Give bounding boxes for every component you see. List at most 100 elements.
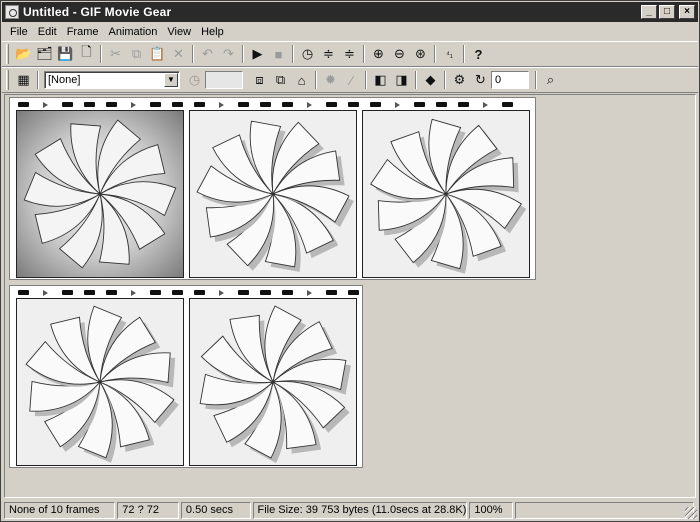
palette-select[interactable]: [None] ▼	[44, 71, 180, 89]
preview-icon[interactable]: ⌕	[540, 70, 561, 91]
stop-icon[interactable]: ■	[268, 44, 289, 65]
undo-icon[interactable]: ↶	[197, 44, 218, 65]
chevron-down-icon[interactable]: ▼	[164, 73, 178, 87]
menu-file[interactable]: File	[5, 26, 33, 38]
menu-edit[interactable]: Edit	[33, 26, 62, 38]
resize-grip-icon[interactable]	[685, 507, 697, 519]
perforation	[502, 102, 513, 107]
dither-icon[interactable]: ⁄	[341, 70, 362, 91]
optimize-icon[interactable]: ⚙	[449, 70, 470, 91]
frame-marker-icon	[483, 102, 488, 108]
perforation	[106, 290, 117, 295]
frame-toolbar: ▦ [None] ▼ ◷ ⧈ ⧉ ⌂ ✹ ⁄ ◧ ◨ ◆ ⚙ ↻ 0 ⌕	[2, 67, 698, 93]
toolbar-grip[interactable]	[6, 70, 9, 90]
perforation	[348, 290, 359, 295]
transparency-icon[interactable]: ⧈	[249, 70, 270, 91]
zoom-in-icon[interactable]: ⊕	[368, 44, 389, 65]
perforation	[62, 102, 73, 107]
perforation	[62, 290, 73, 295]
scale-icon[interactable]: ≑	[318, 44, 339, 65]
toolbar-separator	[37, 71, 39, 89]
frame-number-icon[interactable]: ⁴₁	[439, 44, 460, 65]
frame-thumbnail[interactable]	[189, 298, 357, 466]
perforation	[106, 102, 117, 107]
position-icon[interactable]: ⌂	[291, 70, 312, 91]
frame-thumbnail[interactable]	[189, 110, 357, 278]
crop-icon[interactable]: ≑	[339, 44, 360, 65]
perforation	[436, 102, 447, 107]
delay-field[interactable]	[205, 71, 243, 89]
frame-marker-icon	[43, 102, 48, 108]
frame-thumbnail[interactable]	[16, 110, 184, 278]
frame-marker-icon	[131, 102, 136, 108]
frame-marker-icon	[395, 102, 400, 108]
status-empty	[515, 501, 695, 519]
film-perforations	[10, 100, 535, 108]
frame-workspace[interactable]	[4, 94, 696, 498]
perforation	[238, 102, 249, 107]
film-perforations	[10, 288, 362, 296]
perforation	[238, 290, 249, 295]
toolbar-separator	[415, 71, 417, 89]
background-icon[interactable]: ◆	[420, 70, 441, 91]
perforation	[414, 102, 425, 107]
status-delay: 0.50 secs	[180, 501, 251, 519]
close-button[interactable]: ×	[679, 5, 695, 19]
toolbar-separator	[292, 45, 294, 63]
menu-frame[interactable]: Frame	[62, 26, 104, 38]
perforation	[18, 290, 29, 295]
toolbar-separator	[242, 45, 244, 63]
window-title: Untitled - GIF Movie Gear	[23, 5, 172, 19]
frame-marker-icon	[219, 290, 224, 296]
perforation	[370, 102, 381, 107]
zoom-fit-icon[interactable]: ⊛	[410, 44, 431, 65]
minimize-button[interactable]: _	[641, 5, 657, 19]
frame-prev-icon[interactable]: ◧	[370, 70, 391, 91]
loop-icon[interactable]: ↻	[470, 70, 491, 91]
status-zoom: 100%	[469, 501, 514, 519]
perforation	[260, 102, 271, 107]
help-icon[interactable]: ?	[468, 44, 489, 65]
open-icon[interactable]: 📂	[13, 44, 34, 65]
menu-animation[interactable]: Animation	[103, 26, 162, 38]
status-filesize: File Size: 39 753 bytes (11.0secs at 28.…	[252, 501, 468, 519]
menu-help[interactable]: Help	[196, 26, 229, 38]
frame-marker-icon	[307, 102, 312, 108]
frame-next-icon[interactable]: ◨	[391, 70, 412, 91]
frame-thumbnail[interactable]	[362, 110, 530, 278]
menu-bar: File Edit Frame Animation View Help	[2, 23, 698, 41]
toolbar-separator	[365, 71, 367, 89]
copy-icon[interactable]: ⧉	[126, 44, 147, 65]
perforation	[282, 290, 293, 295]
zoom-out-icon[interactable]: ⊖	[389, 44, 410, 65]
import-icon[interactable]: 🗂	[34, 44, 55, 65]
toolbar-separator	[315, 71, 317, 89]
redo-icon[interactable]: ↷	[218, 44, 239, 65]
perforation	[150, 290, 161, 295]
cut-icon[interactable]: ✂	[105, 44, 126, 65]
menu-view[interactable]: View	[162, 26, 196, 38]
effects-icon[interactable]: ✹	[320, 70, 341, 91]
title-bar[interactable]: Untitled - GIF Movie Gear _ □ ×	[2, 2, 698, 22]
toolbar-separator	[535, 71, 537, 89]
app-icon[interactable]	[5, 5, 19, 19]
frame-marker-icon	[307, 290, 312, 296]
maximize-button[interactable]: □	[659, 5, 675, 19]
play-icon[interactable]: ▶	[247, 44, 268, 65]
frame-marker-icon	[219, 102, 224, 108]
palette-icon[interactable]: ▦	[13, 70, 34, 91]
paste-icon[interactable]: 📋	[147, 44, 168, 65]
new-icon[interactable]: 🗋	[76, 44, 97, 65]
app-window: Untitled - GIF Movie Gear _ □ × File Edi…	[0, 0, 700, 522]
perforation	[172, 290, 183, 295]
toolbar-separator	[463, 45, 465, 63]
toolbar-grip[interactable]	[6, 44, 9, 64]
status-frames: None of 10 frames	[4, 501, 116, 519]
timing-icon[interactable]: ◷	[297, 44, 318, 65]
delete-icon[interactable]: ✕	[168, 44, 189, 65]
status-bar: None of 10 frames 72 ? 72 0.50 secs File…	[2, 500, 698, 520]
loop-count-field[interactable]: 0	[491, 71, 529, 89]
disposal-icon[interactable]: ⧉	[270, 70, 291, 91]
save-icon[interactable]: 💾	[55, 44, 76, 65]
frame-thumbnail[interactable]	[16, 298, 184, 466]
